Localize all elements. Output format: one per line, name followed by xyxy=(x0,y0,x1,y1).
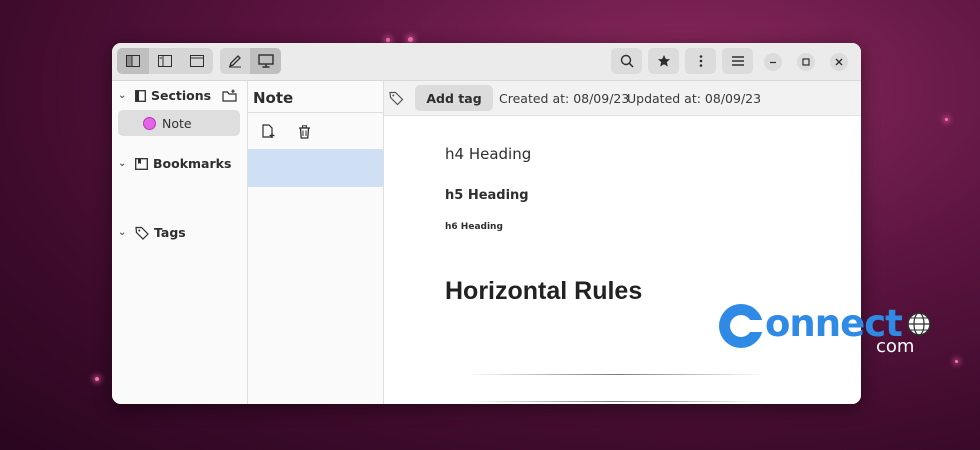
more-options-button[interactable] xyxy=(685,48,716,74)
bookmarks-header[interactable]: ⌄ Bookmarks xyxy=(118,156,231,171)
window-icon xyxy=(190,55,204,67)
sidebar-split-view-button[interactable] xyxy=(149,48,181,74)
sidebar: ⌄ Sections Note ⌄ Bookmarks ⌄ Tags xyxy=(112,81,248,404)
search-icon xyxy=(620,54,634,68)
note-list-title: Note xyxy=(253,89,294,107)
tags-header[interactable]: ⌄ Tags xyxy=(118,225,186,240)
new-section-button[interactable] xyxy=(222,88,238,107)
star-icon xyxy=(657,55,670,67)
heading-h4: h4 Heading xyxy=(445,145,532,163)
maximize-icon xyxy=(802,58,810,66)
close-icon xyxy=(835,58,843,66)
watermark-logo: onnect com xyxy=(713,300,945,376)
background-sparkle xyxy=(95,377,99,381)
sections-header[interactable]: ⌄ Sections xyxy=(118,88,211,103)
new-document-icon xyxy=(262,124,275,138)
background-sparkle xyxy=(955,360,958,363)
more-vertical-icon xyxy=(699,55,702,67)
chevron-down-icon: ⌄ xyxy=(118,158,127,169)
bookmarks-label: Bookmarks xyxy=(153,156,232,171)
sidebar-item-label: Note xyxy=(162,115,192,131)
horizontal-rule xyxy=(466,401,766,402)
tag-icon xyxy=(389,91,404,110)
delete-note-button[interactable] xyxy=(298,124,311,143)
minimize-button[interactable] xyxy=(764,53,782,71)
chevron-down-icon: ⌄ xyxy=(118,90,127,101)
edit-mode-button[interactable] xyxy=(220,48,250,74)
bookmarks-icon xyxy=(135,157,148,170)
tag-icon xyxy=(135,226,149,240)
heading-h2: Horizontal Rules xyxy=(445,277,643,305)
view-switcher xyxy=(117,48,213,74)
hamburger-icon xyxy=(731,56,744,66)
monitor-icon xyxy=(257,54,274,68)
mode-switcher xyxy=(220,48,281,74)
tags-label: Tags xyxy=(154,225,186,240)
favorite-button[interactable] xyxy=(648,48,679,74)
sidebar-full-view-button[interactable] xyxy=(117,48,149,74)
main-menu-button[interactable] xyxy=(722,48,753,74)
sidebar-icon xyxy=(158,55,172,67)
list-item-selected[interactable] xyxy=(248,149,383,187)
preview-mode-button[interactable] xyxy=(250,48,281,74)
folder-add-icon xyxy=(222,89,237,102)
divider xyxy=(248,112,383,113)
new-note-button[interactable] xyxy=(261,124,276,143)
pencil-icon xyxy=(228,55,241,68)
trash-icon xyxy=(299,125,310,139)
note-list-pane: Note xyxy=(248,81,384,404)
heading-h6: h6 Heading xyxy=(445,222,503,232)
notebook-icon xyxy=(135,89,146,102)
background-sparkle xyxy=(408,37,413,42)
chevron-down-icon: ⌄ xyxy=(118,227,127,238)
close-button[interactable] xyxy=(830,53,848,71)
watermark-suffix-text: com xyxy=(876,336,915,357)
background-sparkle xyxy=(386,38,390,42)
heading-h5: h5 Heading xyxy=(445,188,529,203)
add-tag-button[interactable]: Add tag xyxy=(415,85,493,111)
note-info-bar: Add tag Created at: 08/09/23 Updated at:… xyxy=(384,81,861,116)
sections-label: Sections xyxy=(151,88,212,103)
updated-date: Updated at: 08/09/23 xyxy=(627,91,762,106)
editor-only-view-button[interactable] xyxy=(181,48,213,74)
created-date: Created at: 08/09/23 xyxy=(499,91,630,106)
sidebar-item-note[interactable]: Note xyxy=(118,110,240,136)
maximize-button[interactable] xyxy=(797,53,815,71)
panels-icon xyxy=(126,55,140,67)
search-button[interactable] xyxy=(611,48,642,74)
color-dot-icon xyxy=(143,116,156,130)
minimize-icon xyxy=(770,61,776,64)
header-bar xyxy=(112,43,861,81)
background-sparkle xyxy=(945,118,948,121)
